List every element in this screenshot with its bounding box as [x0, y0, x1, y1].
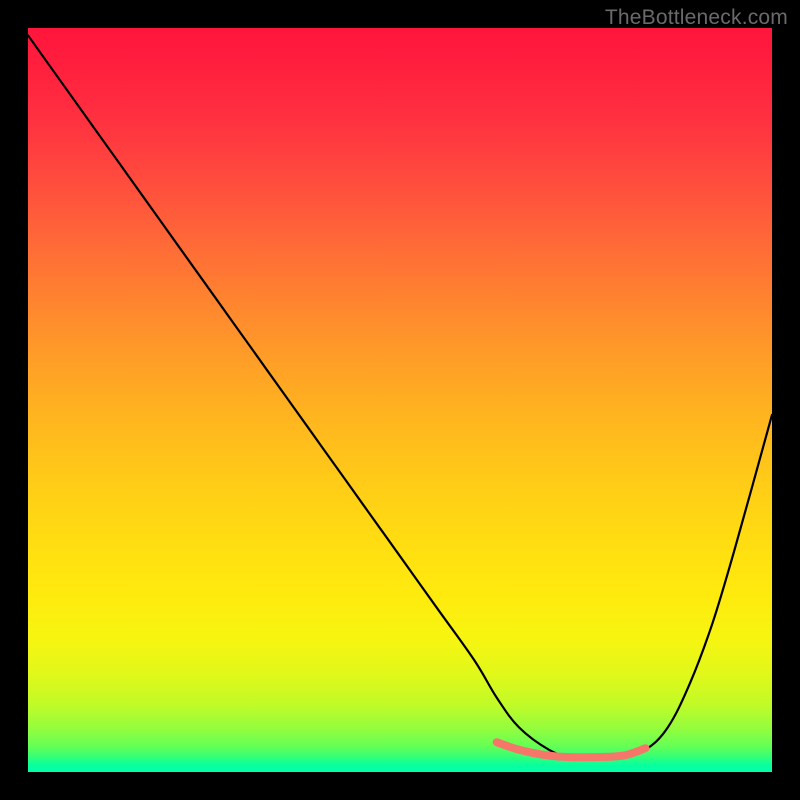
watermark-label: TheBottleneck.com	[605, 6, 788, 30]
chart-container: TheBottleneck.com	[0, 0, 800, 800]
gradient-plot-area	[28, 28, 772, 772]
